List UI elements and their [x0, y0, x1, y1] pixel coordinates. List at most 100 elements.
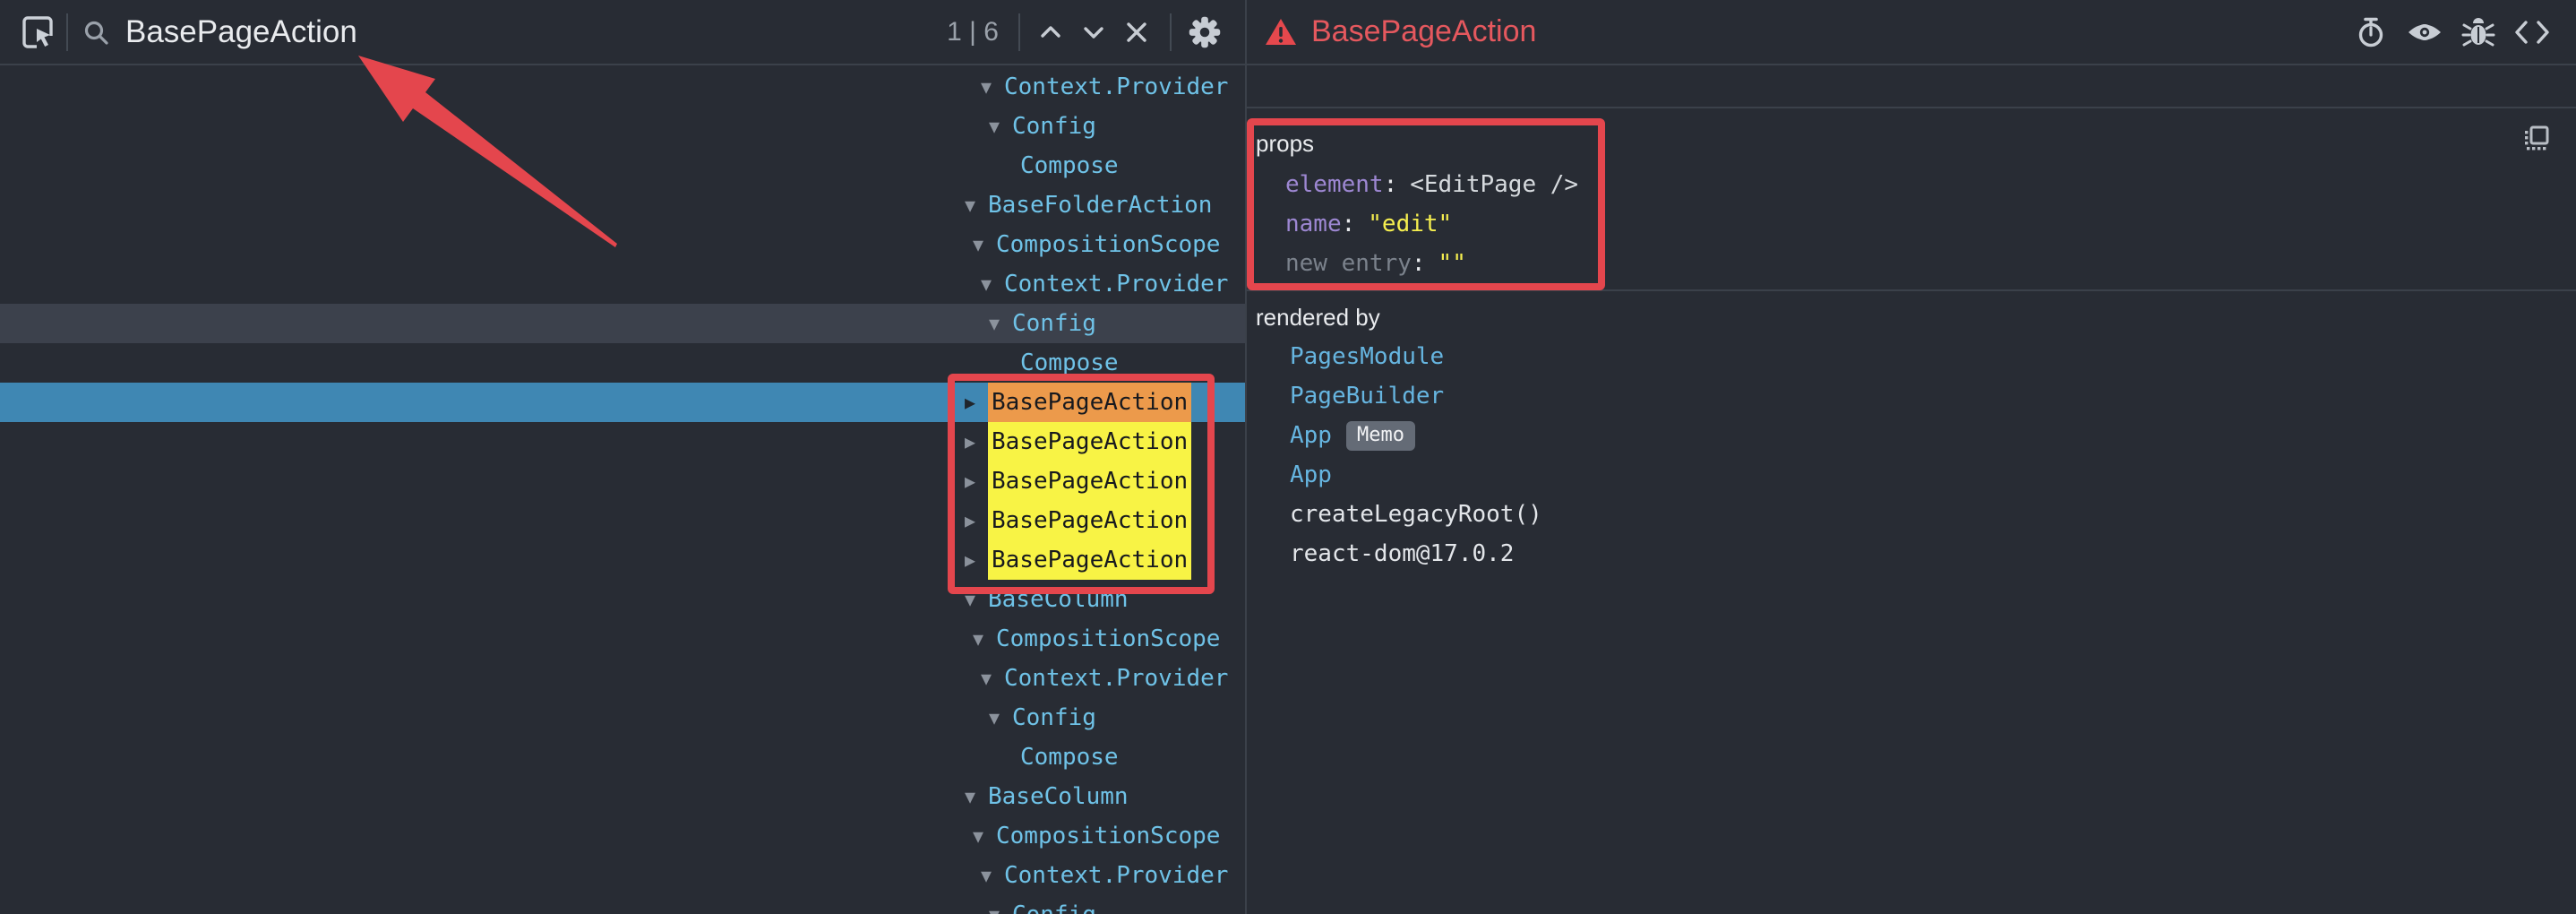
log-to-console-button[interactable]	[2458, 12, 2499, 53]
prop-key: element	[1285, 171, 1384, 198]
toolbar-divider	[1170, 13, 1172, 51]
tree-row-basepageaction[interactable]: ▸BasePageAction	[0, 383, 1245, 422]
tree-row-basepageaction[interactable]: ▸BasePageAction	[0, 422, 1245, 461]
code-brackets-icon	[2512, 17, 2552, 47]
rendered-by-item-label: App	[1290, 422, 1332, 449]
caret-expanded-icon[interactable]: ▾	[965, 193, 988, 219]
props-section-label: props	[1256, 130, 2576, 158]
tree-row-basecolumn[interactable]: ▾BaseColumn	[0, 580, 1245, 619]
caret-expanded-icon[interactable]: ▾	[981, 863, 1004, 889]
next-result-button[interactable]	[1073, 12, 1114, 53]
tree-row-compositionscope[interactable]: ▾CompositionScope	[0, 225, 1245, 264]
caret-expanded-icon[interactable]: ▾	[989, 705, 1012, 731]
copy-props-button[interactable]	[2522, 125, 2551, 153]
caret-collapsed-icon[interactable]: ▸	[965, 390, 988, 416]
tree-row-label: Context.Provider	[1004, 73, 1228, 100]
tree-row-config[interactable]: ▾Config	[0, 304, 1245, 343]
rendered-by-label: rendered by	[1256, 304, 2576, 332]
tree-row-label: BaseColumn	[988, 586, 1129, 613]
caret-expanded-icon[interactable]: ▾	[981, 666, 1004, 692]
rendered-by-item-label: PageBuilder	[1290, 383, 1444, 410]
caret-expanded-icon[interactable]: ▾	[973, 823, 996, 849]
caret-expanded-icon[interactable]: ▾	[973, 232, 996, 258]
caret-collapsed-icon[interactable]: ▸	[965, 469, 988, 495]
prop-value[interactable]: ""	[1438, 250, 1466, 277]
copy-icon	[2522, 125, 2551, 153]
inspect-element-button[interactable]	[16, 12, 59, 55]
tree-row-compose[interactable]: Compose	[0, 146, 1245, 185]
tree-row-context-provider[interactable]: ▾Context.Provider	[0, 659, 1245, 698]
tree-row-compose[interactable]: Compose	[0, 737, 1245, 777]
rendered-by-item-pagebuilder[interactable]: PageBuilder	[1256, 376, 2576, 416]
tree-row-basepageaction[interactable]: ▸BasePageAction	[0, 540, 1245, 580]
tree-row-label: CompositionScope	[996, 823, 1220, 849]
rendered-by-item-pagesmodule[interactable]: PagesModule	[1256, 337, 2576, 376]
rendered-by-item-label: createLegacyRoot()	[1290, 501, 1542, 528]
tree-row-compose[interactable]: Compose	[0, 343, 1245, 383]
stopwatch-icon	[2354, 15, 2388, 49]
view-source-button[interactable]	[2512, 12, 2553, 53]
prop-value[interactable]: "edit"	[1368, 211, 1452, 237]
tree-row-label: Context.Provider	[1004, 271, 1228, 297]
tree-row-config[interactable]: ▾Config	[0, 698, 1245, 737]
rendered-by-item-react-dom-17-0-2: react-dom@17.0.2	[1256, 534, 2576, 573]
rendered-by-item-app[interactable]: App	[1256, 455, 2576, 495]
inspected-element-panel: BasePageAction	[1247, 0, 2576, 914]
settings-button[interactable]	[1184, 12, 1225, 53]
caret-collapsed-icon[interactable]: ▸	[965, 548, 988, 573]
tree-row-label: Compose	[1020, 349, 1119, 376]
caret-expanded-icon[interactable]: ▾	[989, 311, 1012, 337]
suspend-toggle-button[interactable]	[2350, 12, 2391, 53]
tree-row-config[interactable]: ▾Config	[0, 107, 1245, 146]
caret-expanded-icon[interactable]: ▾	[981, 74, 1004, 100]
rendered-by-item-app[interactable]: AppMemo	[1256, 416, 2576, 455]
caret-expanded-icon[interactable]: ▾	[981, 272, 1004, 297]
tree-row-context-provider[interactable]: ▾Context.Provider	[0, 264, 1245, 304]
inspected-element-header: BasePageAction	[1247, 0, 2576, 65]
rendered-by-list: PagesModulePageBuilderAppMemoAppcreateLe…	[1256, 337, 2576, 573]
chevron-down-icon	[1078, 17, 1109, 47]
prop-row-name[interactable]: name:"edit"	[1256, 204, 2576, 244]
caret-expanded-icon[interactable]: ▾	[989, 902, 1012, 914]
clear-search-button[interactable]	[1116, 12, 1157, 53]
toolbar-divider	[1018, 13, 1020, 51]
component-tree: ▾Context.Provider▾ConfigCompose▾BaseFold…	[0, 67, 1245, 914]
prop-colon: :	[1412, 250, 1426, 277]
eye-icon	[2406, 15, 2443, 49]
prop-key: name	[1285, 211, 1342, 237]
tree-row-label: Config	[1012, 704, 1096, 731]
prop-row-element[interactable]: element: <EditPage />	[1256, 165, 2576, 204]
tree-row-label: Config	[1012, 113, 1096, 140]
prop-colon: :	[1384, 171, 1398, 198]
inspector-sub-strip	[1247, 67, 2576, 108]
search-input[interactable]	[125, 0, 878, 64]
caret-collapsed-icon[interactable]: ▸	[965, 508, 988, 534]
tree-row-basepageaction[interactable]: ▸BasePageAction	[0, 501, 1245, 540]
rendered-by-item-label: App	[1290, 461, 1332, 488]
previous-result-button[interactable]	[1030, 12, 1071, 53]
tree-row-label: BasePageAction	[988, 501, 1191, 540]
inspected-component-title: BasePageAction	[1311, 14, 1536, 49]
search-results-counter: 1 | 6	[878, 0, 999, 64]
tree-row-basepageaction[interactable]: ▸BasePageAction	[0, 461, 1245, 501]
inspect-dom-button[interactable]	[2404, 12, 2445, 53]
caret-expanded-icon[interactable]: ▾	[989, 114, 1012, 140]
props-section: props element:<EditPage />name:"edit"new…	[1247, 110, 2576, 291]
tree-row-label: BasePageAction	[988, 383, 1191, 422]
caret-expanded-icon[interactable]: ▾	[965, 784, 988, 810]
tree-row-context-provider[interactable]: ▾Context.Provider	[0, 856, 1245, 895]
tree-row-basecolumn[interactable]: ▾BaseColumn	[0, 777, 1245, 816]
components-toolbar: 1 | 6	[0, 0, 1245, 65]
tree-row-label: BasePageAction	[988, 540, 1191, 580]
caret-expanded-icon[interactable]: ▾	[973, 626, 996, 652]
tree-row-compositionscope[interactable]: ▾CompositionScope	[0, 816, 1245, 856]
tree-row-config[interactable]: ▾Config	[0, 895, 1245, 914]
caret-collapsed-icon[interactable]: ▸	[965, 429, 988, 455]
prop-value[interactable]: <EditPage />	[1410, 171, 1578, 198]
tree-row-basefolderaction[interactable]: ▾BaseFolderAction	[0, 185, 1245, 225]
caret-expanded-icon[interactable]: ▾	[965, 587, 988, 613]
tree-row-compositionscope[interactable]: ▾CompositionScope	[0, 619, 1245, 659]
inspect-element-icon	[17, 13, 58, 54]
prop-row-new-entry[interactable]: new entry:""	[1256, 244, 2576, 283]
tree-row-context-provider[interactable]: ▾Context.Provider	[0, 67, 1245, 107]
